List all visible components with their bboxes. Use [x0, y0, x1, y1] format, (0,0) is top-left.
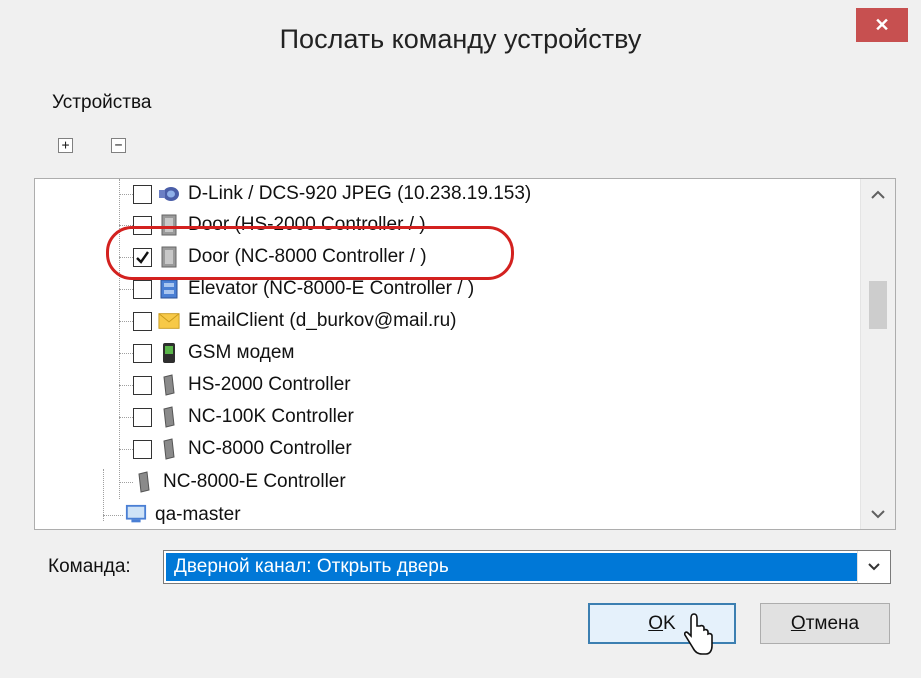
item-checkbox[interactable] — [133, 343, 152, 363]
close-button[interactable]: ✕ — [856, 8, 908, 42]
ok-label-rest: K — [663, 612, 676, 634]
highlight-annotation — [106, 226, 514, 280]
dialog-title: Послать команду устройству — [279, 24, 642, 54]
tree-item-label: D-Link / DCS-920 JPEG (10.238.19.153) — [188, 183, 532, 204]
title-bar: Послать команду устройству ✕ — [0, 0, 921, 82]
controller-icon — [158, 406, 180, 428]
vertical-scrollbar[interactable] — [860, 179, 895, 529]
tree-item[interactable]: NC-100K Controller — [133, 402, 354, 432]
ok-mnemonic: О — [648, 612, 664, 634]
controller-icon — [158, 438, 180, 460]
tree-item[interactable]: qa-master — [125, 500, 241, 529]
tree-item-label: GSM модем — [188, 342, 295, 363]
tree-item[interactable]: HS-2000 Controller — [133, 370, 351, 400]
chevron-down-icon[interactable] — [857, 551, 890, 583]
plus-icon: + — [61, 138, 70, 153]
tree-item[interactable]: GSM модем — [133, 338, 295, 368]
tree-item-label: NC-100K Controller — [188, 406, 354, 427]
item-checkbox[interactable] — [133, 407, 152, 427]
item-checkbox[interactable] — [133, 311, 152, 331]
minus-icon: − — [114, 138, 123, 153]
tree-item[interactable]: NC-8000-E Controller — [133, 467, 346, 497]
item-checkbox[interactable] — [133, 439, 152, 459]
tree-item-label: qa-master — [155, 504, 241, 525]
tree-item[interactable]: EmailClient (d_burkov@mail.ru) — [133, 306, 456, 336]
scroll-down-icon[interactable] — [861, 499, 895, 529]
tree-item-label: Elevator (NC-8000-E Controller / ) — [188, 278, 475, 299]
cancel-label-rest: тмена — [805, 612, 860, 634]
tree-item-label: HS-2000 Controller — [188, 374, 351, 395]
tree-item-label: NC-8000-E Controller — [163, 471, 346, 492]
item-checkbox[interactable] — [133, 184, 152, 204]
controller-icon — [158, 374, 180, 396]
collapse-all-button[interactable]: − — [111, 138, 126, 153]
tree-item-label: NC-8000 Controller — [188, 438, 352, 459]
tree-item[interactable]: D-Link / DCS-920 JPEG (10.238.19.153) — [133, 179, 531, 209]
command-select[interactable]: Дверной канал: Открыть дверь — [163, 550, 891, 584]
scroll-up-icon[interactable] — [861, 179, 895, 209]
tree-item-label: EmailClient (d_burkov@mail.ru) — [188, 310, 457, 331]
tree-item[interactable]: NC-8000 Controller — [133, 434, 352, 464]
item-checkbox[interactable] — [133, 375, 152, 395]
cancel-mnemonic: О — [790, 612, 806, 634]
elevator-icon — [158, 278, 180, 300]
email-icon — [158, 310, 180, 332]
command-selected-value: Дверной канал: Открыть дверь — [166, 553, 858, 581]
controller-icon — [133, 471, 155, 493]
expand-all-button[interactable]: + — [58, 138, 73, 153]
computer-icon — [125, 504, 147, 526]
mouse-cursor-icon — [683, 612, 714, 664]
gsm-modem-icon — [158, 342, 180, 364]
camera-icon — [158, 183, 180, 205]
devices-label: Устройства — [52, 92, 152, 113]
cancel-button[interactable]: Отмена — [760, 603, 890, 644]
item-checkbox[interactable] — [133, 279, 152, 299]
send-command-dialog: Послать команду устройству ✕ Устройства … — [0, 0, 921, 678]
close-icon: ✕ — [874, 15, 890, 35]
scrollbar-thumb[interactable] — [869, 281, 887, 329]
command-label: Команда: — [48, 556, 131, 577]
